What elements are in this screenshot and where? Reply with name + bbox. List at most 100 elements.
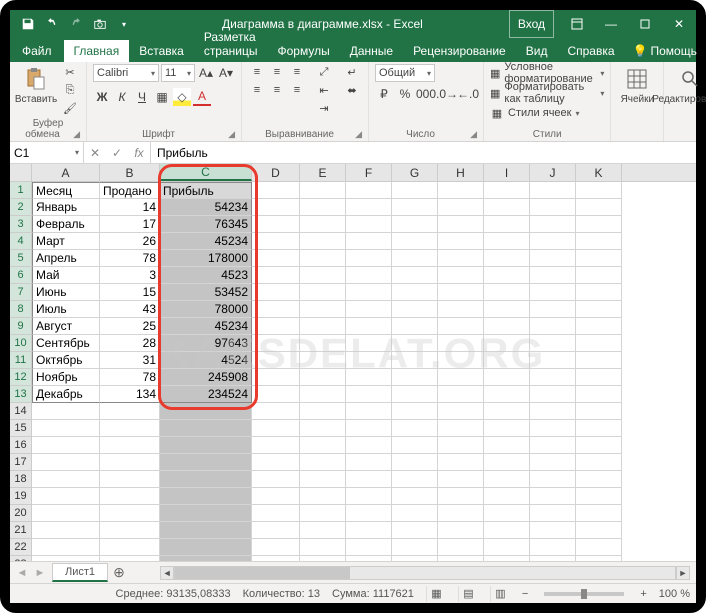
horizontal-scrollbar[interactable]: ◄ ► (160, 566, 690, 580)
cell[interactable] (392, 539, 438, 556)
row-header[interactable]: 8 (10, 301, 32, 318)
cell[interactable] (32, 403, 100, 420)
row-header[interactable]: 13 (10, 386, 32, 403)
cell[interactable] (392, 284, 438, 301)
bold-button[interactable]: Ж (93, 88, 111, 106)
format-painter-icon[interactable]: 🖌 (60, 100, 80, 116)
comma-icon[interactable]: 000 (417, 85, 435, 103)
indent-increase-icon[interactable]: ⇥ (314, 100, 334, 116)
fill-color-icon[interactable]: ◇ (173, 88, 191, 106)
cell[interactable] (252, 420, 300, 437)
row-header[interactable]: 10 (10, 335, 32, 352)
cell[interactable] (160, 454, 252, 471)
cell[interactable] (160, 420, 252, 437)
cell[interactable] (438, 556, 484, 561)
cell[interactable] (438, 369, 484, 386)
cell[interactable] (576, 352, 622, 369)
cell[interactable]: 25 (100, 318, 160, 335)
cell[interactable] (392, 250, 438, 267)
merge-icon[interactable]: ⬌ (342, 82, 362, 98)
cell[interactable] (252, 386, 300, 403)
scroll-left-icon[interactable]: ◄ (160, 566, 174, 580)
editing-button[interactable]: Редактирование (670, 64, 706, 105)
cell[interactable] (252, 267, 300, 284)
cell[interactable] (530, 488, 576, 505)
cell[interactable] (100, 471, 160, 488)
cell[interactable]: Продано (100, 182, 160, 199)
row-header[interactable]: 12 (10, 369, 32, 386)
cell[interactable] (300, 522, 346, 539)
number-format-select[interactable]: Общий▾ (375, 64, 435, 82)
cell[interactable] (438, 420, 484, 437)
italic-button[interactable]: К (113, 88, 131, 106)
cell[interactable] (484, 539, 530, 556)
cell[interactable] (346, 556, 392, 561)
cell[interactable] (252, 199, 300, 216)
cell[interactable] (576, 403, 622, 420)
cell[interactable] (576, 216, 622, 233)
sheet-tab[interactable]: Лист1 (52, 563, 108, 582)
cell[interactable] (300, 437, 346, 454)
cell[interactable] (252, 522, 300, 539)
cell[interactable] (392, 199, 438, 216)
cell[interactable]: 14 (100, 199, 160, 216)
column-header[interactable]: C (160, 164, 252, 181)
cell[interactable] (346, 250, 392, 267)
cell[interactable] (100, 539, 160, 556)
cell[interactable] (160, 505, 252, 522)
cell[interactable] (576, 505, 622, 522)
scroll-right-icon[interactable]: ► (676, 566, 690, 580)
cell[interactable] (530, 437, 576, 454)
align-left-icon[interactable]: ≡ (248, 82, 266, 98)
cell[interactable] (530, 505, 576, 522)
cell[interactable] (346, 318, 392, 335)
row-header[interactable]: 3 (10, 216, 32, 233)
cell[interactable] (160, 403, 252, 420)
cell[interactable] (100, 505, 160, 522)
cell[interactable] (438, 488, 484, 505)
cell[interactable]: 3 (100, 267, 160, 284)
cell[interactable] (530, 522, 576, 539)
cell[interactable] (392, 318, 438, 335)
tab-home[interactable]: Главная (64, 40, 130, 62)
align-top-icon[interactable]: ≡ (248, 64, 266, 80)
cell[interactable] (576, 386, 622, 403)
cell[interactable] (530, 182, 576, 199)
cell[interactable]: Февраль (32, 216, 100, 233)
cell[interactable] (32, 420, 100, 437)
cell[interactable] (300, 284, 346, 301)
paste-button[interactable]: Вставить (16, 64, 56, 105)
cell[interactable] (484, 556, 530, 561)
cell[interactable] (438, 199, 484, 216)
cell[interactable] (484, 284, 530, 301)
row-header[interactable]: 17 (10, 454, 32, 471)
cell[interactable] (160, 488, 252, 505)
row-header[interactable]: 14 (10, 403, 32, 420)
cell[interactable] (530, 539, 576, 556)
cell[interactable] (32, 471, 100, 488)
cell[interactable]: 78 (100, 250, 160, 267)
cell[interactable] (300, 454, 346, 471)
row-header[interactable]: 20 (10, 505, 32, 522)
cell[interactable] (252, 216, 300, 233)
cell[interactable] (484, 318, 530, 335)
cell[interactable] (484, 301, 530, 318)
cell[interactable]: Месяц (32, 182, 100, 199)
cell[interactable] (438, 267, 484, 284)
name-box[interactable]: C1▾ (10, 142, 84, 163)
percent-icon[interactable]: % (396, 85, 414, 103)
cell[interactable] (252, 318, 300, 335)
cell[interactable] (252, 488, 300, 505)
cell[interactable] (300, 488, 346, 505)
cell[interactable] (300, 182, 346, 199)
cell[interactable] (438, 522, 484, 539)
cell[interactable] (530, 386, 576, 403)
cell[interactable] (252, 352, 300, 369)
cell[interactable] (576, 199, 622, 216)
tab-page-layout[interactable]: Разметка страницы (194, 26, 268, 62)
cell[interactable] (346, 488, 392, 505)
cell[interactable] (438, 318, 484, 335)
cell[interactable] (438, 437, 484, 454)
cell[interactable] (392, 386, 438, 403)
cell[interactable] (100, 488, 160, 505)
